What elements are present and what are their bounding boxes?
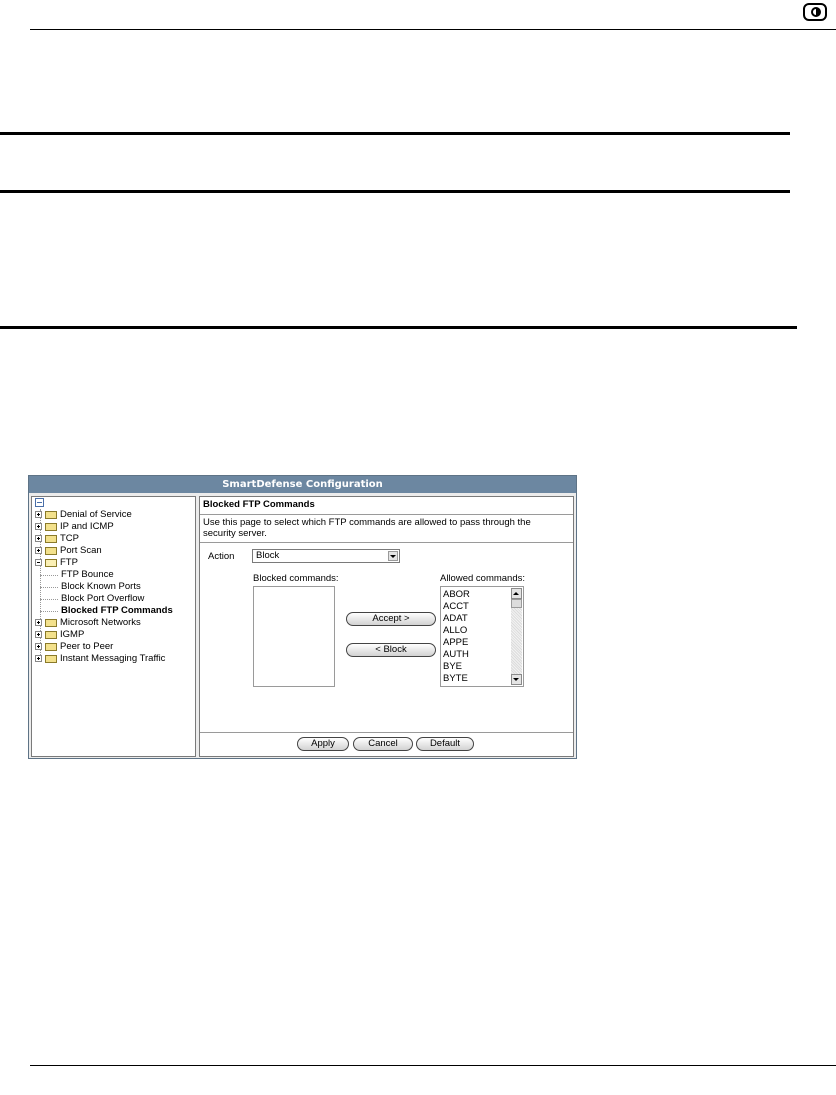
- list-item[interactable]: ACCT: [443, 601, 469, 613]
- list-item[interactable]: ADAT: [443, 613, 468, 625]
- section-rule-3: [0, 326, 797, 329]
- folder-icon: [45, 643, 57, 651]
- list-item[interactable]: BYTE: [443, 673, 468, 685]
- allowed-commands-label: Allowed commands:: [440, 573, 526, 584]
- content-pane: Blocked FTP Commands Use this page to se…: [199, 496, 574, 757]
- expand-plus-icon[interactable]: [35, 643, 42, 650]
- top-rule: [30, 29, 836, 30]
- folder-icon: [45, 535, 57, 543]
- tree-item-label: Instant Messaging Traffic: [60, 653, 166, 664]
- tree-item-label: Block Known Ports: [61, 581, 141, 592]
- block-button[interactable]: < Block: [346, 643, 436, 657]
- tree-pane: Denial of Service IP and ICMP TCP Port S…: [31, 496, 196, 757]
- section-rule-2: [0, 190, 790, 193]
- expand-plus-icon[interactable]: [35, 655, 42, 662]
- action-select-value: Block: [256, 550, 280, 561]
- list-item[interactable]: ABOR: [443, 589, 470, 601]
- corner-logo-icon: [803, 3, 827, 21]
- tree-item-label: Block Port Overflow: [61, 593, 145, 604]
- folder-icon: [45, 619, 57, 627]
- apply-button[interactable]: Apply: [297, 737, 349, 751]
- scroll-thumb[interactable]: [511, 599, 522, 608]
- tree-item-label: IGMP: [60, 629, 85, 640]
- folder-icon: [45, 511, 57, 519]
- page-title: Blocked FTP Commands: [203, 499, 315, 510]
- cancel-button[interactable]: Cancel: [353, 737, 413, 751]
- folder-icon: [45, 631, 57, 639]
- expand-plus-icon[interactable]: [35, 535, 42, 542]
- smartdefense-dialog: SmartDefense Configuration Denial of Ser…: [28, 475, 577, 759]
- scroll-down-icon[interactable]: [511, 674, 522, 685]
- tree-item-label: IP and ICMP: [60, 521, 114, 532]
- list-item[interactable]: ALLO: [443, 625, 467, 637]
- action-select[interactable]: Block: [252, 549, 400, 563]
- blocked-commands-list[interactable]: [253, 586, 335, 687]
- tree-root-icon[interactable]: [35, 498, 44, 507]
- tree-item-label: FTP Bounce: [61, 569, 114, 580]
- section-rule-1: [0, 132, 790, 135]
- collapse-minus-icon[interactable]: [35, 559, 42, 566]
- bottom-rule: [30, 1065, 836, 1066]
- footer-rule: [200, 732, 573, 733]
- tree-item-label: Blocked FTP Commands: [61, 605, 173, 616]
- page-description: Use this page to select which FTP comman…: [203, 517, 531, 539]
- expand-plus-icon[interactable]: [35, 523, 42, 530]
- folder-icon: [45, 547, 57, 555]
- tree-item-label: Port Scan: [60, 545, 102, 556]
- folder-icon: [45, 655, 57, 663]
- expand-plus-icon[interactable]: [35, 547, 42, 554]
- scroll-up-icon[interactable]: [511, 588, 522, 599]
- accept-button[interactable]: Accept >: [346, 612, 436, 626]
- header-rule: [200, 514, 573, 515]
- action-label: Action: [208, 551, 235, 562]
- expand-plus-icon[interactable]: [35, 511, 42, 518]
- list-item[interactable]: BYE: [443, 661, 462, 673]
- expand-plus-icon[interactable]: [35, 619, 42, 626]
- folder-open-icon: [45, 559, 57, 567]
- expand-plus-icon[interactable]: [35, 631, 42, 638]
- allowed-commands-list[interactable]: ABOR ACCT ADAT ALLO APPE AUTH BYE BYTE: [440, 586, 524, 687]
- description-rule: [200, 542, 573, 543]
- default-button[interactable]: Default: [416, 737, 474, 751]
- folder-icon: [45, 523, 57, 531]
- blocked-commands-label: Blocked commands:: [253, 573, 339, 584]
- list-item[interactable]: APPE: [443, 637, 468, 649]
- dropdown-arrow-icon[interactable]: [388, 551, 398, 561]
- tree-item-label: TCP: [60, 533, 79, 544]
- tree-item-label: FTP: [60, 557, 78, 568]
- list-item[interactable]: AUTH: [443, 649, 469, 661]
- tree-item-label: Microsoft Networks: [60, 617, 141, 628]
- tree-item-label: Peer to Peer: [60, 641, 114, 652]
- dialog-title: SmartDefense Configuration: [29, 476, 576, 493]
- tree-item-label: Denial of Service: [60, 509, 132, 520]
- allowed-list-scrollbar[interactable]: [511, 588, 522, 685]
